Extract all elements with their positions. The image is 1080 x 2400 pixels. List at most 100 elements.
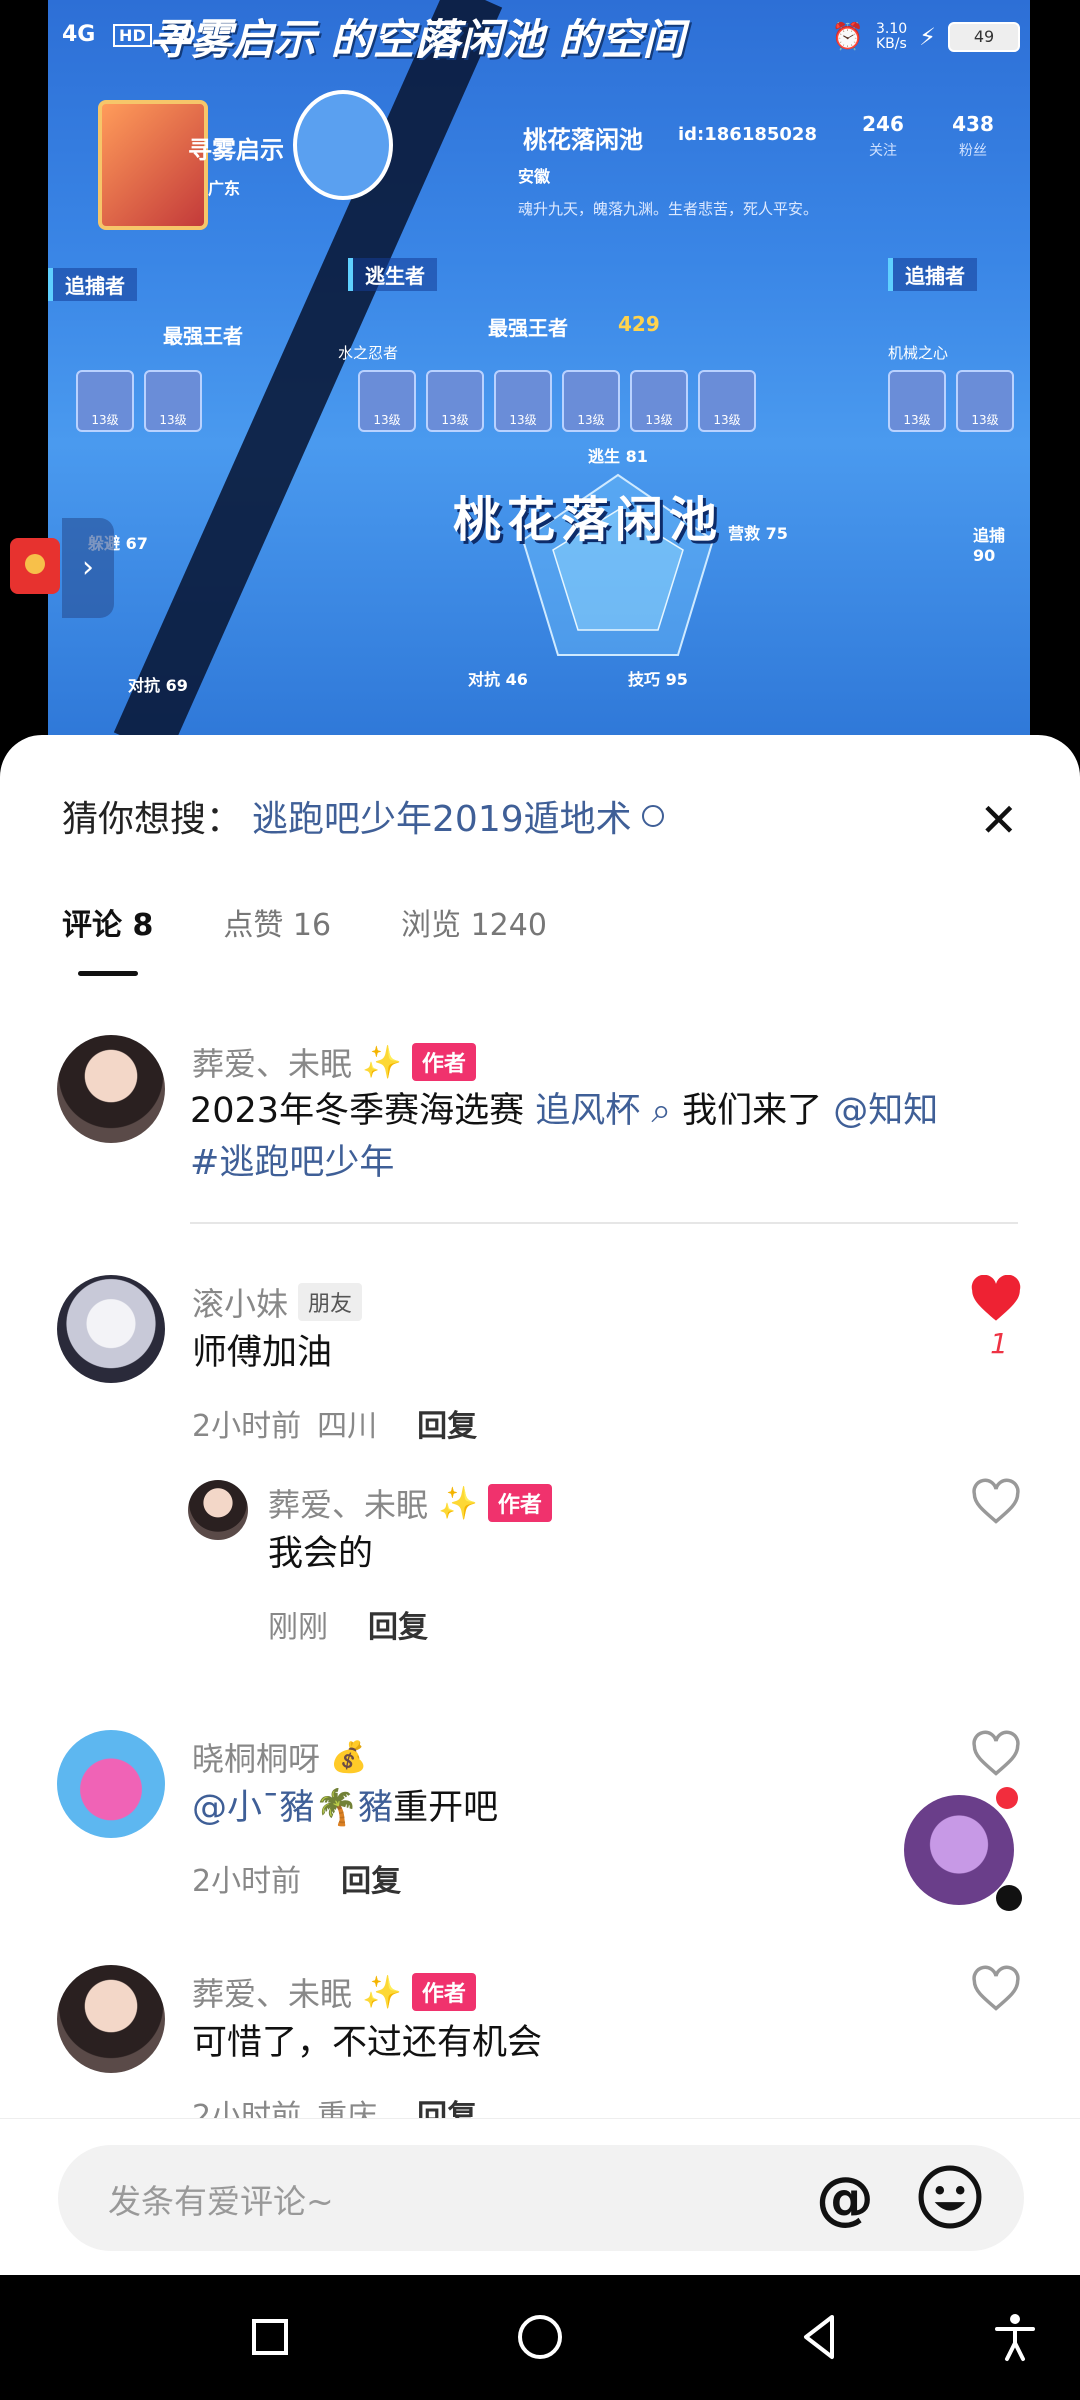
home-circle-icon[interactable] xyxy=(510,2307,570,2367)
avatar[interactable] xyxy=(57,1035,165,1143)
sparkle-icon: ✨ xyxy=(438,1484,478,1522)
game-big-title: 桃花落闲池 xyxy=(453,492,724,548)
avatar[interactable] xyxy=(57,1730,165,1838)
item-slot: 13级 xyxy=(888,370,946,432)
heart-outline-icon[interactable] xyxy=(970,1478,1022,1526)
like-count: 1 xyxy=(990,1327,1008,1360)
system-nav-bar xyxy=(0,2275,1080,2400)
tab-active-indicator xyxy=(78,971,138,976)
comment-text: 2023年冬季赛海选赛 追风杯 ⌕ 我们来了 @知知 #逃跑吧少年 xyxy=(190,1091,939,1183)
comment-tabs: 评论 8 点赞 16 浏览 1240 xyxy=(62,900,547,944)
player-right-motto: 魂升九天，魄落九渊。生者悲苦，死人平安。 xyxy=(518,200,819,218)
commenter-name[interactable]: 晓桐桐呀 xyxy=(192,1734,320,1780)
video-preview[interactable]: 寻雾启示 的空间 落闲池 的空间 寻雾启示 id:391 广东 桃花落闲池 id… xyxy=(0,0,1080,740)
avatar[interactable] xyxy=(188,1480,248,1540)
player-right-avatar xyxy=(293,90,393,200)
commenter-name-row: 滚小妹 朋友 xyxy=(192,1279,363,1325)
fans-label: 粉丝 xyxy=(959,143,987,159)
commenter-name-row: 晓桐桐呀 💰 xyxy=(192,1734,367,1780)
comment-meta: 2小时前 四川 回复 xyxy=(192,1401,477,1445)
comment-text: 师傅加油 xyxy=(192,1333,333,1373)
red-packet-icon[interactable] xyxy=(10,538,60,594)
radar-chase: 追捕 90 xyxy=(973,526,1006,565)
item-slot: 13级 xyxy=(358,370,416,432)
comment-text: 我会的 xyxy=(268,1534,374,1574)
heart-outline-icon[interactable] xyxy=(970,1730,1022,1778)
notification-dot xyxy=(996,1787,1018,1809)
role-tag-hunter-left: 追捕者 xyxy=(48,268,137,301)
tab-likes[interactable]: 点赞 16 xyxy=(223,900,331,944)
charging-icon: ⚡ xyxy=(919,23,936,51)
player-right-id: id:186185028 xyxy=(678,124,817,145)
char-escape: 水之忍者 xyxy=(338,344,399,362)
radar-skill: 技巧 95 xyxy=(628,670,688,689)
follow-label: 关注 xyxy=(869,143,897,159)
status-icons: ⏰ 3.10 KB/s ⚡ 49 xyxy=(832,22,1020,52)
tab-views[interactable]: 浏览 1240 xyxy=(401,900,547,944)
radar-fight: 对抗 46 xyxy=(468,670,528,689)
reply-button[interactable]: 回复 xyxy=(417,1401,477,1445)
follow-count: 246 xyxy=(862,112,904,136)
friend-badge: 朋友 xyxy=(298,1283,363,1321)
emoji-icon[interactable] xyxy=(916,2163,984,2231)
player-right-location: 安徽 xyxy=(518,167,551,186)
reply-button[interactable]: 回复 xyxy=(341,1856,401,1900)
side-expand-arrow[interactable]: › xyxy=(62,518,114,618)
tier-right: 最强王者 xyxy=(488,316,568,340)
comment-input-placeholder: 发条有爱评论~ xyxy=(108,2182,334,2221)
tier-left: 最强王者 xyxy=(163,324,243,348)
commenter-name[interactable]: 葬爱、未眠 xyxy=(192,1039,352,1085)
floating-live-avatar[interactable] xyxy=(904,1795,1014,1905)
reply-button[interactable]: 回复 xyxy=(368,1602,428,1646)
divider xyxy=(190,1222,1018,1224)
comment-input[interactable]: 发条有爱评论~ @ xyxy=(58,2145,1024,2251)
tier-points: 429 xyxy=(618,312,660,336)
comment-sheet: 猜你想搜： 逃跑吧少年2019遁地术 ✕ 评论 8 点赞 16 浏览 1240 … xyxy=(0,735,1080,2275)
commenter-name-row: 葬爱、未眠 ✨ 作者 xyxy=(268,1480,552,1526)
search-suggestion-link[interactable]: 逃跑吧少年2019遁地术 xyxy=(252,790,632,842)
item-slot: 13级 xyxy=(426,370,484,432)
topic-link[interactable]: 追风杯 xyxy=(535,1091,640,1131)
close-icon[interactable]: ✕ xyxy=(979,797,1018,843)
battery-indicator: 49 xyxy=(948,22,1020,52)
comment-input-bar: 发条有爱评论~ @ xyxy=(0,2118,1080,2275)
commenter-name[interactable]: 葬爱、未眠 xyxy=(192,1969,352,2015)
mention-link[interactable]: @知知 xyxy=(833,1091,938,1131)
money-bag-icon: 💰 xyxy=(330,1739,368,1775)
recents-square-icon[interactable] xyxy=(240,2307,300,2367)
heart-outline-icon[interactable] xyxy=(970,1965,1022,2013)
mention-at-icon[interactable]: @ xyxy=(816,2165,874,2231)
avatar[interactable] xyxy=(57,1965,165,2073)
commenter-name[interactable]: 滚小妹 xyxy=(192,1279,288,1325)
item-slot: 13级 xyxy=(630,370,688,432)
item-slot: 13级 xyxy=(76,370,134,432)
search-prefix: 猜你想搜： xyxy=(62,799,243,840)
game-header-right: 落闲池 的空间 xyxy=(418,15,685,64)
player-left-location: 广东 xyxy=(208,179,241,198)
item-slot: 13级 xyxy=(698,370,756,432)
hashtag-link[interactable]: #逃跑吧少年 xyxy=(190,1143,394,1183)
tab-comments[interactable]: 评论 8 xyxy=(62,900,153,944)
item-slot: 13级 xyxy=(144,370,202,432)
status-network: 4G HD 20 xyxy=(62,22,197,47)
commenter-name[interactable]: 葬爱、未眠 xyxy=(268,1480,428,1526)
accessibility-icon[interactable] xyxy=(985,2307,1045,2367)
avatar[interactable] xyxy=(57,1275,165,1383)
item-slot: 13级 xyxy=(562,370,620,432)
player-right-name: 桃花落闲池 xyxy=(523,126,643,154)
heart-filled-icon[interactable] xyxy=(970,1274,1022,1323)
sparkle-icon: ✨ xyxy=(362,1973,402,2011)
comment-meta: 刚刚 回复 xyxy=(268,1602,428,1646)
commenter-name-row: 葬爱、未眠 ✨ 作者 xyxy=(192,1969,476,2015)
search-suggestion-row[interactable]: 猜你想搜： 逃跑吧少年2019遁地术 xyxy=(62,790,664,842)
comment-text: @小¯豬🌴豬重开吧 xyxy=(192,1788,499,1828)
comment-time: 2小时前 xyxy=(192,1864,302,1899)
alarm-icon: ⏰ xyxy=(831,22,864,52)
comment-location: 四川 xyxy=(317,1409,378,1444)
mention-link[interactable]: @小¯豬🌴豬 xyxy=(192,1788,393,1828)
game-screenshot: 寻雾启示 的空间 落闲池 的空间 寻雾启示 id:391 广东 桃花落闲池 id… xyxy=(48,0,1030,740)
comment-time: 2小时前 xyxy=(192,1409,302,1444)
back-triangle-icon[interactable] xyxy=(790,2307,850,2367)
author-badge: 作者 xyxy=(411,1973,476,2011)
radar-rescue: 营救 75 xyxy=(728,524,788,543)
